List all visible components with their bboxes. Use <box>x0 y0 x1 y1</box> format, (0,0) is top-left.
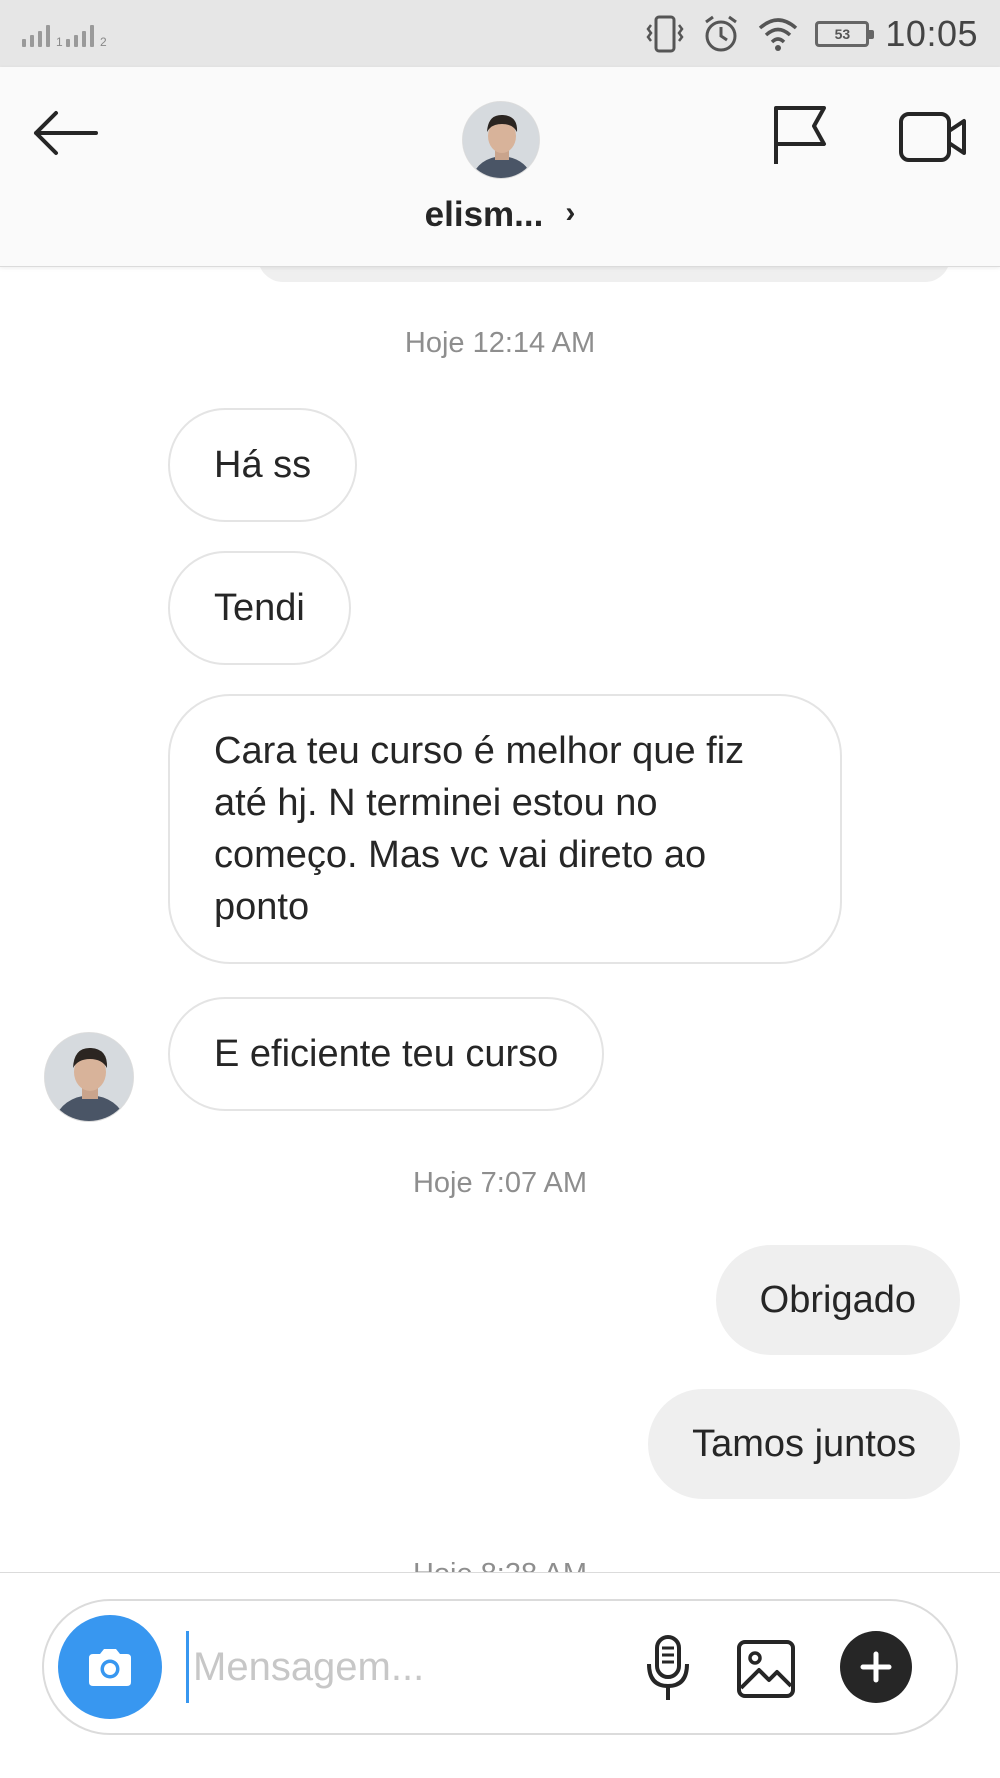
gallery-icon <box>737 1640 795 1698</box>
sim1-label: 1 <box>56 35 63 49</box>
incoming-message[interactable]: Tendi <box>168 551 351 665</box>
timestamp: Hoje 7:07 AM <box>412 1167 588 1199</box>
camera-button[interactable] <box>58 1615 162 1719</box>
voice-message-button[interactable] <box>630 1631 706 1707</box>
report-button[interactable] <box>768 103 832 167</box>
flag-icon <box>774 106 826 164</box>
chevron-right-icon: › <box>565 196 576 229</box>
outgoing-message[interactable]: Tamos juntos <box>648 1389 960 1499</box>
battery-icon: 53 <box>815 20 875 47</box>
outgoing-message[interactable]: Obrigado <box>715 1245 960 1355</box>
timestamp: Hoje 12:14 AM <box>404 327 596 359</box>
microphone-icon <box>647 1635 689 1700</box>
gallery-button[interactable] <box>728 1631 804 1707</box>
vibrate-icon <box>645 13 685 55</box>
plus-icon <box>860 1651 892 1683</box>
contact-name-link[interactable]: elism... › <box>0 195 1000 235</box>
chat-header: elism... › <box>0 67 1000 267</box>
status-time: 10:05 <box>885 12 978 54</box>
video-call-button[interactable] <box>896 105 970 169</box>
screen: 1 2 53 10:05 elism... › Hoje 12:14 AM Há… <box>0 0 1000 1778</box>
incoming-message[interactable]: E eficiente teu curso <box>168 997 605 1111</box>
sender-avatar[interactable] <box>44 1032 134 1122</box>
contact-avatar[interactable] <box>462 101 540 179</box>
wifi-icon <box>757 16 799 52</box>
status-icons: 53 10:05 <box>645 0 978 67</box>
sim2-label: 2 <box>100 35 107 49</box>
back-button[interactable] <box>26 103 104 163</box>
composer-area <box>0 1572 1000 1778</box>
back-arrow-icon <box>34 111 98 155</box>
alarm-icon <box>701 13 741 55</box>
message-input[interactable] <box>186 1631 626 1703</box>
incoming-message[interactable]: Cara teu curso é melhor que fiz até hj. … <box>168 694 842 964</box>
video-call-icon <box>899 112 966 162</box>
status-bar: 1 2 53 10:05 <box>0 0 1000 67</box>
contact-username: elism... <box>424 195 544 234</box>
message-composer <box>42 1599 958 1735</box>
more-options-button[interactable] <box>840 1631 912 1703</box>
camera-icon <box>89 1649 131 1686</box>
incoming-message[interactable]: Há ss <box>168 408 358 522</box>
